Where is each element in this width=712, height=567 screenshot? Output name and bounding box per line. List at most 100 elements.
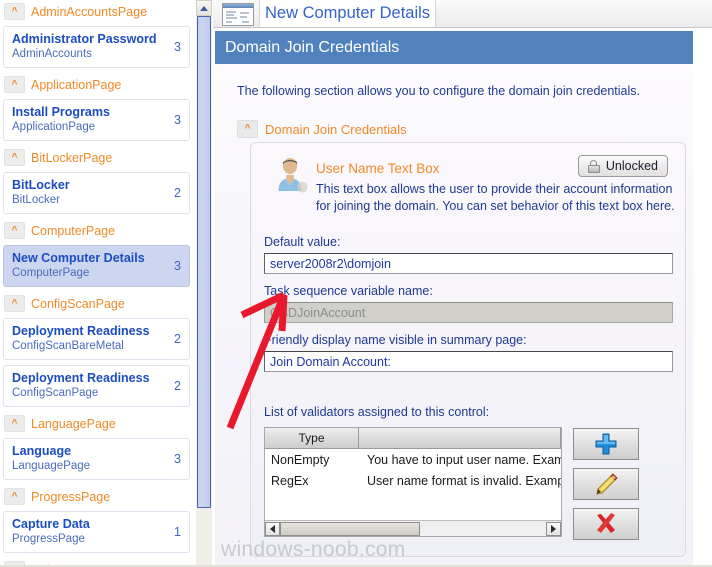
sidebar-group-progresspage[interactable]: ^ ProgressPage — [0, 485, 196, 508]
page-list-sidebar[interactable]: ^ AdminAccountsPage Administrator Password… — [0, 0, 196, 567]
sidebar-item-count: 1 — [174, 524, 181, 539]
page-body: The following section allows you to conf… — [215, 64, 693, 567]
sidebar-group-adminaccountspage[interactable]: ^ AdminAccountsPage — [0, 0, 196, 23]
lock-toggle-button[interactable]: Unlocked — [577, 155, 668, 177]
sidebar-item-title: Language — [12, 444, 72, 458]
pencil-icon — [596, 473, 618, 495]
chevron-up-icon[interactable]: ^ — [237, 120, 258, 138]
user-name-text-box-panel: User Name Text Box Unlocked This text bo… — [250, 142, 686, 557]
panel-title: User Name Text Box — [316, 161, 440, 176]
sidebar-item-title: BitLocker — [12, 178, 70, 192]
sidebar-item-texts: Deployment Readiness ConfigScanPage — [12, 371, 168, 400]
scroll-up-button[interactable] — [196, 0, 212, 16]
sidebar-item-new-computer-details[interactable]: New Computer Details ComputerPage 3 — [3, 245, 190, 287]
sidebar-item-deployment-readiness[interactable]: Deployment Readiness ConfigScanPage 2 — [3, 365, 190, 407]
validators-label: List of validators assigned to this cont… — [264, 405, 490, 419]
chevron-up-icon[interactable]: ^ — [4, 149, 25, 166]
sidebar-item-administrator-password[interactable]: Administrator Password AdminAccounts 3 — [3, 26, 190, 68]
table-row[interactable]: NonEmpty You have to input user name. Ex… — [265, 449, 561, 470]
sidebar-item-title: Capture Data — [12, 517, 90, 531]
sidebar-item-count: 3 — [174, 112, 181, 127]
sidebar-item-capture-data[interactable]: Capture Data ProgressPage 1 — [3, 511, 190, 553]
sidebar-scrollbar[interactable] — [196, 0, 212, 567]
triangle-right-icon[interactable] — [546, 521, 561, 536]
sidebar-item-subtitle: ApplicationPage — [12, 121, 96, 133]
friendly-display-name-label: Friendly display name visible in summary… — [264, 333, 527, 347]
default-value-label: Default value: — [264, 235, 341, 249]
sidebar-item-bitlocker[interactable]: BitLocker BitLocker 2 — [3, 172, 190, 214]
sidebar-item-title: Deployment Readiness — [12, 324, 150, 338]
chevron-up-icon[interactable]: ^ — [4, 76, 25, 93]
sidebar-group-label: AdminAccountsPage — [31, 4, 148, 19]
add-validator-button[interactable] — [573, 428, 639, 460]
table-row[interactable]: RegEx User name format is invalid. Examp — [265, 470, 561, 491]
sidebar-group-applicationpage[interactable]: ^ ApplicationPage — [0, 73, 196, 96]
sidebar-item-texts: BitLocker BitLocker — [12, 178, 168, 207]
edit-validator-button[interactable] — [573, 468, 639, 500]
chevron-up-icon[interactable]: ^ — [4, 295, 25, 312]
user-avatar-icon — [278, 158, 308, 193]
tab-strip: New Computer Details — [213, 0, 712, 28]
sidebar-item-subtitle: BitLocker — [12, 194, 60, 206]
form-preview-icon — [222, 3, 254, 26]
sidebar-item-texts: New Computer Details ComputerPage — [12, 251, 168, 280]
sidebar-item-subtitle: ConfigScanBareMetal — [12, 340, 124, 352]
chevron-up-icon[interactable]: ^ — [4, 222, 25, 239]
sidebar-group-label: BitLockerPage — [31, 150, 113, 165]
task-sequence-variable-field: OSDJoinAccount — [264, 302, 673, 323]
chevron-up-icon[interactable]: ^ — [4, 415, 25, 432]
sidebar-item-texts: Capture Data ProgressPage — [12, 517, 168, 546]
page-title: Domain Join Credentials — [225, 38, 400, 56]
column-header-message[interactable] — [359, 428, 561, 449]
sidebar-item-title: Administrator Password — [12, 32, 157, 46]
chevron-up-icon[interactable]: ^ — [4, 488, 25, 505]
sidebar-item-subtitle: ProgressPage — [12, 533, 85, 545]
page-header-bar: Domain Join Credentials — [215, 31, 693, 64]
section-toggle-domain-join-credentials[interactable]: ^ Domain Join Credentials — [237, 120, 407, 138]
sidebar-group-label: ProgressPage — [31, 489, 111, 504]
sidebar-item-count: 2 — [174, 331, 181, 346]
sidebar-group-configscanpage[interactable]: ^ ConfigScanPage — [0, 292, 196, 315]
cell-message: User name format is invalid. Examp — [367, 473, 561, 488]
sidebar-item-title: New Computer Details — [12, 251, 145, 265]
scrollbar-thumb[interactable] — [197, 16, 211, 508]
sidebar-group-label: ConfigScanPage — [31, 296, 125, 311]
sidebar-item-texts: Install Programs ApplicationPage — [12, 105, 168, 134]
sidebar-item-count: 3 — [174, 258, 181, 273]
sidebar-item-subtitle: ConfigScanPage — [12, 387, 99, 399]
chevron-up-icon[interactable]: ^ — [4, 3, 25, 20]
lock-toggle-label: Unlocked — [605, 159, 658, 173]
padlock-icon — [587, 159, 600, 173]
cell-message: You have to input user name. Exam — [367, 452, 561, 467]
sidebar-item-subtitle: AdminAccounts — [12, 48, 92, 60]
section-label: Domain Join Credentials — [265, 121, 407, 137]
table-header-row: Type — [265, 428, 561, 449]
table-horizontal-scrollbar[interactable] — [265, 520, 561, 536]
sidebar-group-label: LanguagePage — [31, 416, 116, 431]
red-x-icon — [597, 513, 615, 533]
sidebar-item-texts: Deployment Readiness ConfigScanBareMetal — [12, 324, 168, 353]
main-content: New Computer Details Domain Join Credent… — [213, 0, 712, 567]
sidebar-item-texts: Administrator Password AdminAccounts — [12, 32, 168, 61]
plus-icon — [595, 433, 617, 455]
sidebar-group-computerpage[interactable]: ^ ComputerPage — [0, 219, 196, 242]
sidebar-item-title: Install Programs — [12, 105, 110, 119]
friendly-display-name-field[interactable]: Join Domain Account: — [264, 351, 673, 372]
intro-text: The following section allows you to conf… — [237, 84, 641, 98]
sidebar-item-subtitle: ComputerPage — [12, 267, 90, 279]
sidebar-group-bitlockerpage[interactable]: ^ BitLockerPage — [0, 146, 196, 169]
default-value-field[interactable]: server2008r2\domjoin — [264, 253, 673, 274]
validators-table[interactable]: Type NonEmpty You have to input user nam… — [264, 427, 562, 537]
column-header-type[interactable]: Type — [265, 428, 359, 449]
hscroll-thumb[interactable] — [280, 521, 420, 536]
tab-label: New Computer Details — [265, 4, 431, 22]
sidebar-item-language[interactable]: Language LanguagePage 3 — [3, 438, 190, 480]
sidebar-group-languagepage[interactable]: ^ LanguagePage — [0, 412, 196, 435]
tab-new-computer-details[interactable]: New Computer Details — [259, 0, 437, 27]
delete-validator-button[interactable] — [573, 508, 639, 540]
triangle-left-icon[interactable] — [265, 521, 280, 536]
sidebar-item-install-programs[interactable]: Install Programs ApplicationPage 3 — [3, 99, 190, 141]
scrollbar-track[interactable] — [196, 510, 212, 567]
sidebar-item-deployment-readiness[interactable]: Deployment Readiness ConfigScanBareMetal 2 — [3, 318, 190, 360]
sidebar-item-subtitle: LanguagePage — [12, 460, 91, 472]
